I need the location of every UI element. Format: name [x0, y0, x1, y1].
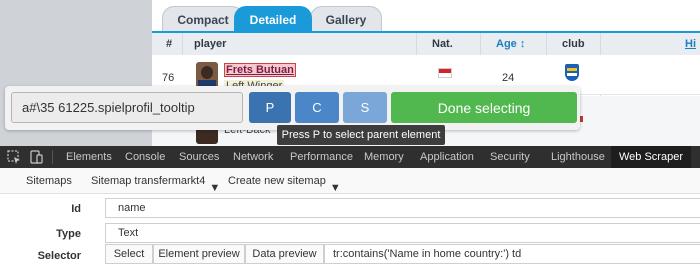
tab-detailed[interactable]: Detailed [234, 6, 312, 32]
tab-gallery[interactable]: Gallery [310, 6, 382, 32]
col-player: player [194, 38, 227, 50]
device-toolbar-icon[interactable] [28, 149, 44, 165]
col-nat: Nat. [432, 38, 453, 50]
id-input[interactable]: name [105, 198, 700, 218]
selector-preview-field[interactable]: a#\35 61225.spielprofil_tooltip [11, 92, 243, 123]
type-select[interactable]: Text [105, 223, 700, 243]
tab-compact[interactable]: Compact [162, 6, 244, 32]
data-preview-button[interactable]: Data preview [245, 244, 324, 264]
tab-web-scraper[interactable]: Web Scraper [611, 146, 691, 168]
select-parent-button[interactable]: P [249, 92, 291, 123]
col-age[interactable]: Age ↕ [496, 38, 525, 50]
web-scraper-panel: Sitemaps Sitemap transfermarkt4 ▼ Create … [0, 168, 700, 268]
selector-input[interactable]: tr:contains('Name in home country:') td [324, 244, 700, 264]
type-label: Type [56, 228, 81, 240]
tab-console[interactable]: Console [125, 146, 165, 168]
col-number: # [166, 38, 173, 50]
col-more-link[interactable]: Hi [685, 38, 696, 50]
id-label: Id [71, 203, 81, 215]
row-number: 76 [162, 72, 175, 84]
parent-hint-tooltip: Press P to select parent element [277, 125, 445, 145]
done-selecting-button[interactable]: Done selecting [391, 92, 577, 123]
select-button[interactable]: Select [105, 244, 153, 264]
tab-elements[interactable]: Elements [66, 146, 112, 168]
table-header: # player Nat. Age ↕ club Hi [152, 33, 700, 55]
selector-row: Select Element preview Data preview tr:c… [105, 244, 700, 264]
inspect-element-icon[interactable] [6, 149, 22, 165]
element-preview-button[interactable]: Element preview [153, 244, 245, 264]
scroll-button[interactable]: S [343, 92, 387, 123]
selector-label: Selector [37, 250, 81, 262]
tab-application[interactable]: Application [420, 146, 474, 168]
club-crest-icon[interactable] [565, 64, 579, 81]
chevron-down-icon: ▼ [209, 182, 221, 194]
selection-toolbar: a#\35 61225.spielprofil_tooltip P C S Do… [5, 86, 580, 130]
tab-security[interactable]: Security [490, 146, 530, 168]
tab-sources[interactable]: Sources [179, 146, 219, 168]
indonesia-flag-icon [438, 68, 452, 78]
player-name-link[interactable]: Frets Butuan [224, 63, 296, 77]
player-age: 24 [502, 72, 515, 84]
tab-memory[interactable]: Memory [364, 146, 404, 168]
tab-lighthouse[interactable]: Lighthouse [551, 146, 605, 168]
select-child-button[interactable]: C [295, 92, 339, 123]
tab-divider [52, 150, 53, 164]
scraper-nav-bar: Sitemaps Sitemap transfermarkt4 ▼ Create … [0, 168, 700, 194]
col-club: club [562, 38, 585, 50]
chevron-down-icon: ▼ [329, 182, 341, 194]
nav-create-sitemap-dropdown[interactable]: Create new sitemap ▼ [228, 175, 341, 194]
tab-network[interactable]: Network [233, 146, 273, 168]
devtools-tab-bar: Elements Console Sources Network Perform… [0, 146, 700, 168]
tab-performance[interactable]: Performance [290, 146, 353, 168]
nav-sitemap-dropdown[interactable]: Sitemap transfermarkt4 ▼ [91, 175, 220, 194]
nav-sitemaps[interactable]: Sitemaps [26, 175, 72, 187]
